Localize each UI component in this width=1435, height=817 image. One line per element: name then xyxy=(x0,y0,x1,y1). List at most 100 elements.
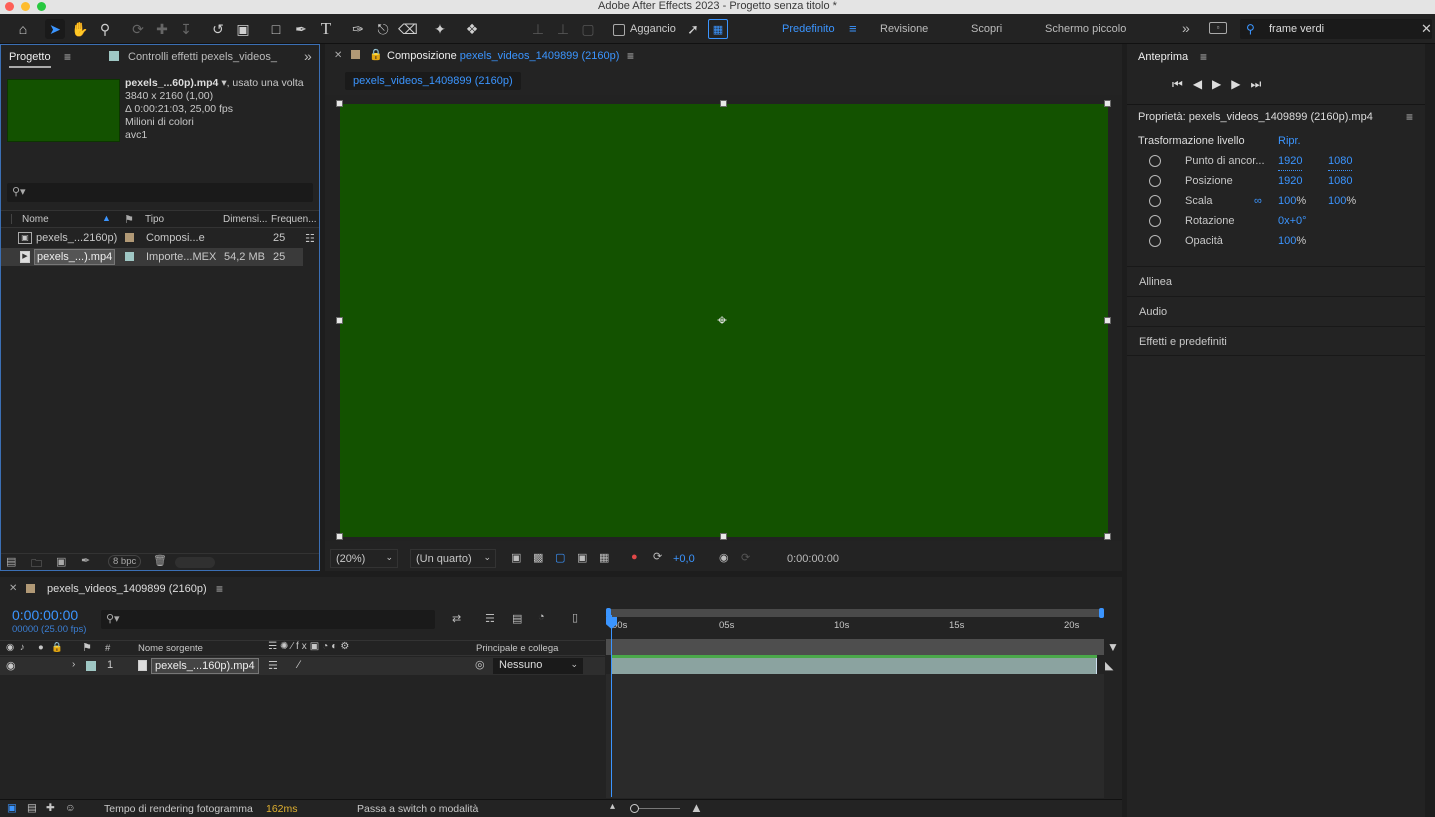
more-tabs-icon[interactable]: » xyxy=(304,48,312,64)
snap-edges-icon[interactable]: ➚ xyxy=(683,19,703,39)
timeline-search-input[interactable]: ⚲▾ xyxy=(101,610,435,629)
stopwatch-icon[interactable] xyxy=(1149,235,1161,247)
new-folder-icon[interactable]: 🗀 xyxy=(31,555,42,574)
workspace-scopri[interactable]: Scopri xyxy=(971,23,1002,35)
delete-icon[interactable]: 🗑 xyxy=(153,554,167,567)
transform-handle[interactable] xyxy=(336,317,343,324)
pen-tool-icon[interactable]: ✒ xyxy=(291,19,311,39)
label-color-swatch[interactable] xyxy=(125,252,134,261)
in-out-icon[interactable]: ✚ xyxy=(46,802,55,814)
workspace-predefinito[interactable]: Predefinito xyxy=(782,23,835,35)
time-zoom-slider[interactable] xyxy=(632,808,680,809)
rotation-tool-icon[interactable]: ↺ xyxy=(208,19,228,39)
rotation-value[interactable]: 0x+0° xyxy=(1278,212,1307,230)
dolly-camera-icon[interactable]: ↧ xyxy=(176,19,196,39)
workspace-sync-icon[interactable]: ▫ xyxy=(1209,22,1227,34)
grid-guides-icon[interactable]: ▦ xyxy=(599,551,609,564)
draft-3d-icon[interactable]: ☴ xyxy=(485,612,495,625)
zoom-select[interactable]: (20%) ⌄ xyxy=(330,549,398,568)
comp-marker-bin-icon[interactable]: ▼ xyxy=(1107,640,1119,654)
transfer-controls-icon[interactable]: ▤ xyxy=(27,802,37,814)
transform-handle[interactable] xyxy=(720,533,727,540)
hide-shy-layers-icon[interactable]: ▤ xyxy=(512,612,522,625)
workspace-menu-icon[interactable]: ≡ xyxy=(849,21,857,36)
flowchart-icon[interactable]: ☷ xyxy=(305,230,315,248)
stopwatch-icon[interactable] xyxy=(1149,215,1161,227)
rectangle-tool-icon[interactable]: □ xyxy=(266,19,286,39)
col-source-name[interactable]: Nome sorgente xyxy=(138,643,203,654)
world-axis-icon[interactable]: ⊥ xyxy=(553,19,573,39)
clear-search-icon[interactable]: ✕ xyxy=(1421,21,1432,37)
play-icon[interactable]: ▶ xyxy=(1212,77,1231,91)
roto-brush-icon[interactable]: ✦ xyxy=(430,19,450,39)
label-color-swatch[interactable] xyxy=(125,233,134,242)
layer-switches-icon[interactable]: ▣ xyxy=(7,802,17,814)
local-axis-icon[interactable]: ⊥ xyxy=(528,19,548,39)
last-frame-icon[interactable]: ⏭ xyxy=(1251,77,1272,91)
reset-exposure-icon[interactable]: ⟳ xyxy=(653,550,662,563)
show-snapshot-icon[interactable]: ⟳ xyxy=(741,551,750,564)
col-type[interactable]: Tipo xyxy=(145,214,164,225)
eye-icon[interactable]: ◉ xyxy=(6,659,16,672)
reset-transform-link[interactable]: Ripr. xyxy=(1278,135,1301,147)
stopwatch-icon[interactable] xyxy=(1149,175,1161,187)
fast-previews-icon[interactable]: ▣ xyxy=(511,551,521,564)
col-name[interactable]: Nome xyxy=(22,214,49,225)
parent-select[interactable]: Nessuno ⌄ xyxy=(493,658,583,674)
position-y-value[interactable]: 1080 xyxy=(1328,172,1352,190)
lock-icon[interactable]: 🔒 xyxy=(369,48,383,61)
workspace-schermo-piccolo[interactable]: Schermo piccolo xyxy=(1045,23,1126,35)
section-align[interactable]: Allinea xyxy=(1127,266,1425,296)
home-icon[interactable]: ⌂ xyxy=(13,19,33,39)
transform-handle[interactable] xyxy=(1104,100,1111,107)
work-area-end-handle[interactable] xyxy=(1099,608,1104,618)
snapping-checkbox[interactable] xyxy=(613,24,625,36)
transform-handle[interactable] xyxy=(336,100,343,107)
layer-row[interactable]: ◉ › 1 pexels_...160p).mp4 ☴ ∕ ◎ Nessuno ⌄ xyxy=(0,657,605,675)
col-parent[interactable]: Principale e collega xyxy=(476,643,558,654)
toggle-switches-modes-button[interactable]: Passa a switch o modalità xyxy=(357,803,478,815)
quality-switch-icon[interactable]: ∕ xyxy=(298,659,300,671)
new-composition-icon[interactable]: ▣ xyxy=(56,555,66,568)
composition-mini-flowchart-icon[interactable]: ⇄ xyxy=(452,612,461,625)
project-search-input[interactable]: ⚲▾ xyxy=(7,183,313,202)
timeline-menu-icon[interactable]: ≡ xyxy=(216,582,223,596)
comp-subtab[interactable]: pexels_videos_1409899 (2160p) xyxy=(345,72,521,90)
preview-menu-icon[interactable]: ≡ xyxy=(1200,50,1207,64)
exposure-value[interactable]: +0,0 xyxy=(673,553,695,565)
anchor-point-icon[interactable]: ⌖ xyxy=(712,311,732,331)
time-ruler[interactable]: 00s 05s 10s 15s 20s xyxy=(606,619,1104,639)
zoom-tool-icon[interactable]: ⚲ xyxy=(95,19,115,39)
section-audio[interactable]: Audio xyxy=(1127,296,1425,326)
adjust-settings-icon[interactable]: ✒ xyxy=(81,554,90,567)
time-zoom-thumb[interactable] xyxy=(630,804,639,813)
transparency-grid-icon[interactable]: ▩ xyxy=(533,551,543,564)
thumbnail-size-slider[interactable] xyxy=(175,557,215,568)
anchor-y-value[interactable]: 1080 xyxy=(1328,152,1353,171)
pan-camera-icon[interactable]: ✚ xyxy=(152,19,172,39)
hand-tool-icon[interactable]: ✋ xyxy=(70,19,90,39)
composition-viewer[interactable]: ⌖ xyxy=(325,95,1122,541)
audio-icon[interactable]: ♪ xyxy=(20,642,25,653)
label-column-icon[interactable]: ⚑ xyxy=(124,213,134,226)
transform-handle[interactable] xyxy=(1104,533,1111,540)
expand-layer-icon[interactable]: › xyxy=(72,659,75,670)
timeline-tab[interactable]: pexels_videos_1409899 (2160p) xyxy=(47,583,207,595)
lock-icon[interactable]: 🔒 xyxy=(51,642,63,653)
project-menu-icon[interactable]: ≡ xyxy=(64,50,71,64)
transform-handle[interactable] xyxy=(336,533,343,540)
previous-frame-icon[interactable]: ◀ xyxy=(1193,77,1212,91)
first-frame-icon[interactable]: ⏮ xyxy=(1172,77,1193,91)
sort-ascending-icon[interactable]: ▲ xyxy=(102,213,111,223)
frame-blending-icon[interactable]: ◔ xyxy=(538,611,545,623)
project-item-composition[interactable]: ▣ pexels_...2160p) Composi...e 25 ☷ xyxy=(1,229,319,247)
color-channels-icon[interactable]: ● xyxy=(631,551,638,563)
solo-icon[interactable]: ● xyxy=(38,642,44,653)
project-tab[interactable]: Progetto xyxy=(9,51,51,68)
shy-switch-icon[interactable]: ☴ xyxy=(268,659,278,672)
layer-name[interactable]: pexels_...160p).mp4 xyxy=(151,658,259,674)
clone-stamp-icon[interactable]: ⎋ xyxy=(373,19,393,39)
stopwatch-icon[interactable] xyxy=(1149,195,1161,207)
snapshot-camera-icon[interactable]: ◉ xyxy=(719,551,729,564)
timeline-track-area[interactable]: 00s 05s 10s 15s 20s xyxy=(606,607,1104,817)
